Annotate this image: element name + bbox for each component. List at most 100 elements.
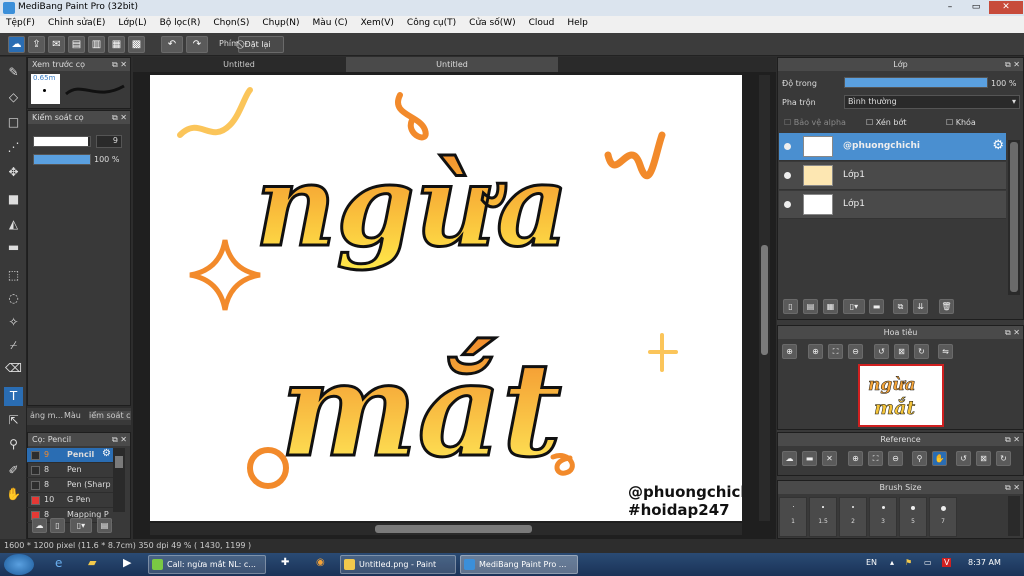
gradient-tool-icon[interactable]: ▬ — [4, 238, 23, 257]
tab-brush-control[interactable]: iểm soát c — [89, 411, 131, 420]
upload-icon[interactable]: ⇪ — [28, 36, 45, 53]
comment-icon[interactable]: ✉ — [48, 36, 65, 53]
drawing-canvas[interactable]: ngừa mắt @phuongchichi #hoidap247 — [150, 75, 756, 521]
reset-view-icon[interactable]: ⊠ — [894, 344, 909, 359]
gear-icon[interactable]: ⚙ — [992, 138, 1004, 153]
minimize-button[interactable]: – — [937, 1, 963, 14]
rotate-right-icon[interactable]: ↻ — [914, 344, 929, 359]
brush-list-scrollbar[interactable] — [113, 448, 125, 512]
tab-color[interactable]: Màu — [64, 411, 81, 420]
text-tool-icon[interactable]: T — [4, 387, 23, 406]
menu-window[interactable]: Cửa số(W) — [463, 16, 522, 33]
brush-size-option[interactable]: 5 — [899, 497, 927, 537]
menu-filter[interactable]: Bộ lọc(R) — [154, 16, 208, 33]
eyedropper-icon[interactable]: ⚲ — [912, 451, 927, 466]
panel-controls[interactable]: ⧉ ✕ — [1005, 433, 1020, 446]
fit-window-icon[interactable]: ⛶ — [868, 451, 883, 466]
task-call[interactable]: Call: ngừa mắt NL: c... — [148, 555, 266, 574]
layer-opacity-slider[interactable] — [844, 77, 988, 88]
tab-untitled-2[interactable]: Untitled — [346, 57, 558, 72]
menu-tools[interactable]: Công cụ(T) — [401, 16, 463, 33]
menu-view[interactable]: Xem(V) — [355, 16, 401, 33]
magic-wand-icon[interactable]: ✧ — [4, 313, 23, 332]
layer-row[interactable]: @phuongchichi ⚙ — [779, 133, 1006, 161]
new-halftone-layer-icon[interactable]: ▤ — [803, 299, 818, 314]
dot-tool-icon[interactable]: ⋰ — [4, 138, 23, 157]
menu-help[interactable]: Help — [561, 16, 595, 33]
cloud-brush-icon[interactable]: ☁ — [32, 518, 47, 533]
hand-icon[interactable]: ✋ — [932, 451, 947, 466]
brush-tool-icon[interactable]: ✎ — [4, 63, 23, 82]
task-paint[interactable]: Untitled.png - Paint — [340, 555, 456, 574]
eye-icon[interactable] — [784, 172, 791, 179]
tile-icon[interactable]: ▩ — [128, 36, 145, 53]
grid-icon[interactable]: ▦ — [108, 36, 125, 53]
antivirus-icon[interactable]: V — [942, 558, 952, 567]
brush-size-option[interactable]: 7 — [929, 497, 957, 537]
eraser-tool-icon[interactable]: ◇ — [4, 88, 23, 107]
new-brush-icon[interactable]: ▯ — [50, 518, 65, 533]
clock[interactable]: 8:37 AM — [968, 558, 1001, 567]
menu-file[interactable]: Tệp(F) — [0, 16, 42, 33]
layer-list-scrollbar[interactable] — [1008, 140, 1020, 295]
paint-pinned-icon[interactable]: ✚ — [281, 557, 289, 568]
folder-icon[interactable]: ▬ — [869, 299, 884, 314]
operation-tool-icon[interactable]: ⇱ — [4, 411, 23, 430]
zoom-out-icon[interactable]: ⊖ — [888, 451, 903, 466]
lasso-icon[interactable]: ◌ — [4, 289, 23, 308]
brush-size-slider[interactable] — [33, 136, 91, 147]
select-eraser-icon[interactable]: ⌫ — [4, 359, 23, 378]
brush-size-option[interactable]: 1 — [779, 497, 807, 537]
brush-size-option[interactable]: 1.5 — [809, 497, 837, 537]
zoom-in-icon[interactable]: ⊕ — [808, 344, 823, 359]
page-icon[interactable]: ▥ — [88, 36, 105, 53]
brush-settings-icon[interactable]: ▤ — [97, 518, 112, 533]
zoom-in-icon[interactable]: ⊕ — [848, 451, 863, 466]
rotate-right-icon[interactable]: ↻ — [996, 451, 1011, 466]
rotate-left-icon[interactable]: ↺ — [874, 344, 889, 359]
task-medibang[interactable]: MediBang Paint Pro ... — [460, 555, 578, 574]
eyedropper-icon[interactable]: ⚲ — [4, 435, 23, 454]
brush-size-scrollbar[interactable] — [1008, 496, 1020, 536]
close-button[interactable]: ✕ — [989, 1, 1023, 14]
pen-tool-icon[interactable]: ✐ — [4, 461, 23, 480]
trash-icon[interactable]: 🗑 — [939, 299, 954, 314]
panel-controls[interactable]: ⧉ ✕ — [112, 433, 127, 446]
cloud-icon[interactable]: ☁ — [782, 451, 797, 466]
start-button[interactable] — [4, 554, 34, 575]
zoom-out-icon[interactable]: ⊖ — [848, 344, 863, 359]
panel-controls[interactable]: ⧉ ✕ — [1005, 326, 1020, 339]
explorer-icon[interactable]: ▰ — [88, 556, 96, 569]
blend-mode-select[interactable]: Bình thường ▾ — [844, 95, 1020, 109]
rectangle-tool-icon[interactable]: □ — [4, 113, 23, 132]
brush-size-option[interactable]: 2 — [839, 497, 867, 537]
chrome-icon[interactable]: ◉ — [316, 557, 325, 568]
close-icon[interactable]: ✕ — [822, 451, 837, 466]
zoom-in-icon[interactable]: ⊕ — [782, 344, 797, 359]
flag-icon[interactable]: ⚑ — [905, 558, 912, 567]
fit-window-icon[interactable]: ⛶ — [828, 344, 843, 359]
document-icon[interactable]: ▤ — [68, 36, 85, 53]
media-player-icon[interactable]: ▶ — [123, 556, 131, 569]
reset-view-icon[interactable]: ⊠ — [976, 451, 991, 466]
select-pen-icon[interactable]: ⌿ — [4, 336, 23, 355]
add-layer-dropdown-icon[interactable]: ▯▾ — [843, 299, 865, 314]
eye-icon[interactable] — [784, 201, 791, 208]
merge-layer-icon[interactable]: ⇊ — [913, 299, 928, 314]
brush-opacity-slider[interactable] — [33, 154, 91, 165]
panel-controls[interactable]: ⧉ ✕ — [1005, 481, 1020, 494]
brush-list-item[interactable]: 9 Pencil ⚙ — [27, 448, 113, 463]
brush-size-value[interactable]: 9 — [96, 135, 122, 148]
tab-palette[interactable]: ảng m... — [30, 411, 63, 420]
menu-cloud[interactable]: Cloud — [523, 16, 562, 33]
panel-controls[interactable]: ⧉ ✕ — [112, 58, 127, 71]
menu-layer[interactable]: Lớp(L) — [112, 16, 153, 33]
panel-controls[interactable]: ⧉ ✕ — [1005, 58, 1020, 71]
navigator-thumbnail[interactable]: ngừa mắt — [858, 364, 944, 427]
canvas-horizontal-scrollbar[interactable] — [150, 523, 742, 535]
hand-tool-icon[interactable]: ✋ — [4, 485, 23, 504]
tab-untitled-1[interactable]: Untitled — [133, 57, 345, 72]
layer-row[interactable]: Lớp1 — [779, 191, 1006, 219]
ie-icon[interactable]: e — [55, 556, 62, 570]
undo-icon[interactable]: ↶ — [161, 36, 183, 53]
